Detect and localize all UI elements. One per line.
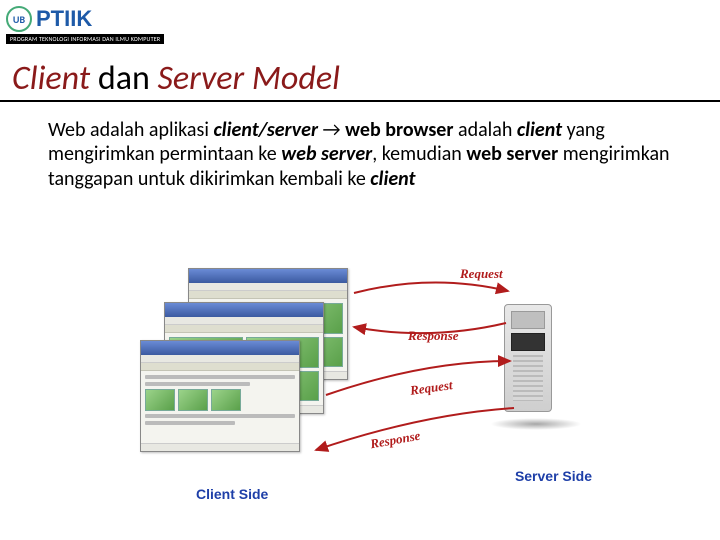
request-label: Request (460, 266, 503, 282)
body-text: adalah (453, 118, 516, 142)
client-server-diagram: Request Response Request Response Client… (140, 268, 600, 528)
slide: UB PTIIK PROGRAM TEKNOLOGI INFORMASI DAN… (0, 0, 720, 540)
title-part-client: Client (12, 58, 90, 99)
response-arrow-icon: Response (350, 322, 510, 336)
body-emph: client (517, 118, 562, 142)
body-emph: web server (281, 142, 372, 166)
title-part-dan: dan (90, 58, 157, 99)
body-emph: client/server (213, 118, 318, 142)
client-side-label: Client Side (196, 486, 268, 502)
request-arrow-icon: Request (324, 372, 512, 386)
logo-text: PTIIK (36, 6, 92, 32)
browser-window-icon (140, 340, 300, 452)
body-bold: web server (466, 142, 558, 166)
logo-bar: UB PTIIK (6, 6, 92, 32)
title-underline (0, 100, 720, 102)
body-text: Web adalah aplikasi (48, 118, 213, 142)
request-arrow-icon: Request (352, 282, 512, 296)
body-paragraph: Web adalah aplikasi client/server → web … (48, 118, 680, 191)
body-bold: web browser (345, 118, 453, 142)
title-part-server-model: Server Model (158, 58, 340, 99)
response-arrow-icon: Response (312, 424, 516, 438)
body-text: , kemudian (372, 142, 466, 166)
slide-title: Client dan Server Model (12, 58, 708, 99)
response-label: Response (408, 328, 459, 344)
server-side-label: Server Side (515, 468, 592, 484)
body-emph: client (370, 167, 415, 191)
body-arrow: → (318, 118, 345, 142)
logo-tagline: PROGRAM TEKNOLOGI INFORMASI DAN ILMU KOM… (6, 34, 164, 44)
logo-mark-icon: UB (6, 6, 32, 32)
